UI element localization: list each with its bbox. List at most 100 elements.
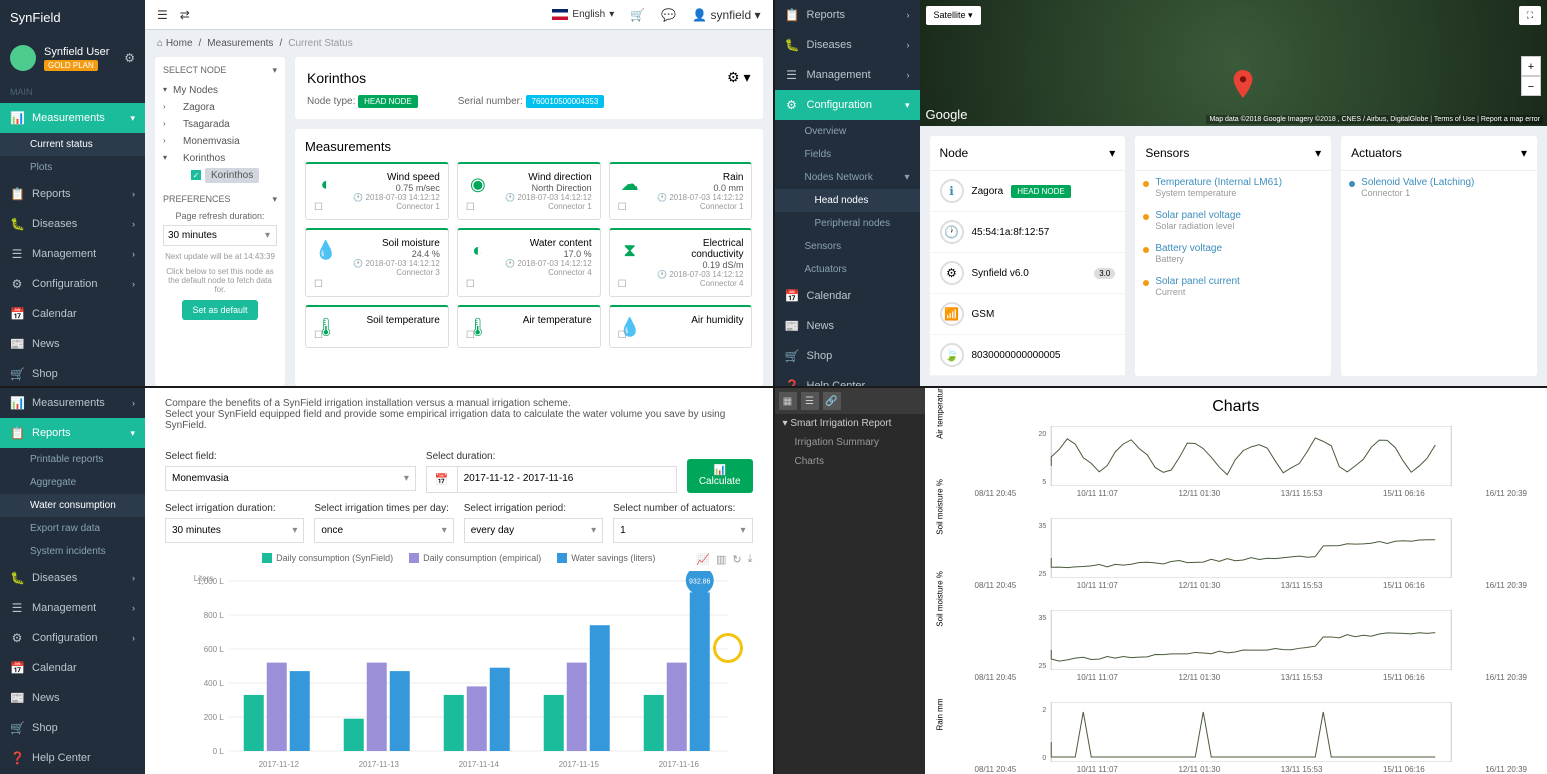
nav-measurements[interactable]: 📊Measurements▾: [0, 103, 145, 133]
nav-reports[interactable]: 📋Reports›: [775, 0, 920, 30]
nav-management[interactable]: ☰Management›: [0, 593, 145, 623]
nav-printable[interactable]: Printable reports: [0, 448, 145, 471]
grid-view-icon[interactable]: ▦: [779, 392, 797, 410]
refresh-select[interactable]: 30 minutes: [163, 225, 277, 246]
breadcrumb-l2[interactable]: Measurements: [207, 38, 273, 49]
bar[interactable]: [544, 695, 564, 751]
nav-overview[interactable]: Overview: [775, 120, 920, 143]
measurement-card[interactable]: ◐ Wind speed 0.75 m/sec 🕐 2018-07-03 14:…: [305, 162, 449, 220]
nav-nodes-network[interactable]: Nodes Network▾: [775, 166, 920, 189]
zoom-out-icon[interactable]: −: [1521, 76, 1541, 96]
nav-reports[interactable]: 📋Reports›: [0, 179, 145, 209]
nav-plots[interactable]: Plots: [0, 156, 145, 179]
nav-configuration[interactable]: ⚙Configuration▾: [775, 90, 920, 120]
chevron-down-icon[interactable]: ▾: [272, 194, 277, 205]
user-block[interactable]: Synfield User GOLD PLAN ⚙: [0, 35, 145, 81]
report-tree-summary[interactable]: Irrigation Summary: [775, 433, 925, 452]
nav-fields[interactable]: Fields: [775, 143, 920, 166]
bar[interactable]: [590, 625, 610, 751]
times-select[interactable]: once: [314, 518, 453, 543]
duration-input[interactable]: 2017-11-12 - 2017-11-16: [457, 466, 677, 493]
list-view-icon[interactable]: ☰: [801, 392, 819, 410]
nav-diseases[interactable]: 🐛Diseases›: [0, 209, 145, 239]
cart-icon[interactable]: 🛒: [630, 8, 645, 22]
chevron-down-icon[interactable]: ▾: [1521, 146, 1527, 160]
set-default-button[interactable]: Set as default: [182, 300, 257, 320]
nav-shop[interactable]: 🛒Shop: [0, 713, 145, 743]
field-select[interactable]: Monemvasia: [165, 466, 416, 491]
bar[interactable]: [467, 686, 487, 751]
sensor-item[interactable]: Temperature (Internal LM61)System temper…: [1135, 171, 1331, 204]
irr-duration-select[interactable]: 30 minutes: [165, 518, 304, 543]
nav-calendar[interactable]: 📅Calendar: [0, 299, 145, 329]
nav-actuators[interactable]: Actuators: [775, 258, 920, 281]
measurement-card[interactable]: ⧗ Electrical conductivity 0.19 dS/m 🕐 20…: [609, 228, 753, 297]
bar[interactable]: [290, 671, 310, 751]
nav-diseases[interactable]: 🐛Diseases›: [775, 30, 920, 60]
tree-monemvasia[interactable]: ›Monemvasia: [163, 133, 277, 150]
nav-current-status[interactable]: Current status: [0, 133, 145, 156]
bar[interactable]: [690, 592, 710, 751]
tree-zagora[interactable]: ›Zagora: [163, 99, 277, 116]
calendar-icon[interactable]: 📅: [426, 466, 457, 493]
report-tree-root[interactable]: ▾ Smart Irrigation Report: [775, 414, 925, 433]
legend-item[interactable]: Daily consumption (empirical): [409, 553, 541, 563]
bookmark-icon[interactable]: ☐: [314, 279, 323, 290]
bar[interactable]: [244, 695, 264, 751]
bar[interactable]: [344, 719, 364, 751]
bar[interactable]: [390, 671, 410, 751]
period-select[interactable]: every day: [464, 518, 603, 543]
nav-water-consumption[interactable]: Water consumption: [0, 494, 145, 517]
measurement-card[interactable]: 🌡 Soil temperature ☐: [305, 305, 449, 348]
checkbox-icon[interactable]: ✓: [191, 170, 201, 180]
gear-icon[interactable]: ⚙: [124, 51, 135, 65]
bar[interactable]: [644, 695, 664, 751]
nav-export-raw[interactable]: Export raw data: [0, 517, 145, 540]
satellite-toggle[interactable]: Satellite ▾: [926, 6, 981, 25]
chart-tool-refresh-icon[interactable]: ↻: [732, 553, 741, 566]
map-marker-icon[interactable]: [1233, 70, 1253, 98]
measurement-card[interactable]: ☁ Rain 0.0 mm 🕐 2018-07-03 14:12:12 Conn…: [609, 162, 753, 220]
nav-configuration[interactable]: ⚙Configuration›: [0, 269, 145, 299]
nav-peripheral-nodes[interactable]: Peripheral nodes: [775, 212, 920, 235]
tree-korinthos[interactable]: ▾Korinthos: [163, 150, 277, 167]
sensor-item[interactable]: Solar panel voltageSolar radiation level: [1135, 204, 1331, 237]
nav-help[interactable]: ❓Help Center: [0, 743, 145, 773]
legend-item[interactable]: Daily consumption (SynField): [262, 553, 393, 563]
nav-shop[interactable]: 🛒Shop: [0, 359, 145, 386]
tree-tsagarada[interactable]: ›Tsagarada: [163, 116, 277, 133]
bar[interactable]: [444, 695, 464, 751]
nav-news[interactable]: 📰News: [0, 683, 145, 713]
chart-tool-stats-icon[interactable]: 📈: [696, 553, 710, 566]
chat-icon[interactable]: 💬: [661, 8, 676, 22]
link-icon[interactable]: 🔗: [823, 392, 841, 410]
bar[interactable]: [667, 663, 687, 751]
zoom-in-icon[interactable]: +: [1521, 56, 1541, 76]
measurement-card[interactable]: ◉ Wind direction North Direction 🕐 2018-…: [457, 162, 601, 220]
menu-icon[interactable]: ☰: [157, 8, 168, 22]
fullscreen-icon[interactable]: ⛶: [1519, 6, 1541, 25]
nav-calendar[interactable]: 📅Calendar: [775, 281, 920, 311]
nav-sensors[interactable]: Sensors: [775, 235, 920, 258]
language-selector[interactable]: English ▾: [552, 9, 614, 20]
swap-icon[interactable]: ⇄: [180, 8, 190, 22]
nav-news[interactable]: 📰News: [775, 311, 920, 341]
home-icon[interactable]: ⌂ Home: [157, 38, 193, 49]
nav-diseases[interactable]: 🐛Diseases›: [0, 563, 145, 593]
tree-korinthos-checked[interactable]: ✓Korinthos: [163, 167, 277, 184]
nav-shop[interactable]: 🛒Shop: [775, 341, 920, 371]
bookmark-icon[interactable]: ☐: [314, 330, 323, 341]
measurement-card[interactable]: ◐ Water content 17.0 % 🕐 2018-07-03 14:1…: [457, 228, 601, 297]
bookmark-icon[interactable]: ☐: [314, 202, 323, 213]
measurement-card[interactable]: 🌡 Air temperature ☐: [457, 305, 601, 348]
nav-reports[interactable]: 📋Reports▾: [0, 418, 145, 448]
bookmark-icon[interactable]: ☐: [466, 202, 475, 213]
nav-measurements[interactable]: 📊Measurements›: [0, 388, 145, 418]
bookmark-icon[interactable]: ☐: [618, 279, 627, 290]
nav-news[interactable]: 📰News: [0, 329, 145, 359]
report-tree-charts[interactable]: Charts: [775, 452, 925, 471]
nav-head-nodes[interactable]: Head nodes: [775, 189, 920, 212]
nav-management[interactable]: ☰Management›: [0, 239, 145, 269]
chevron-down-icon[interactable]: ▾: [1315, 146, 1321, 160]
bookmark-icon[interactable]: ☐: [466, 330, 475, 341]
